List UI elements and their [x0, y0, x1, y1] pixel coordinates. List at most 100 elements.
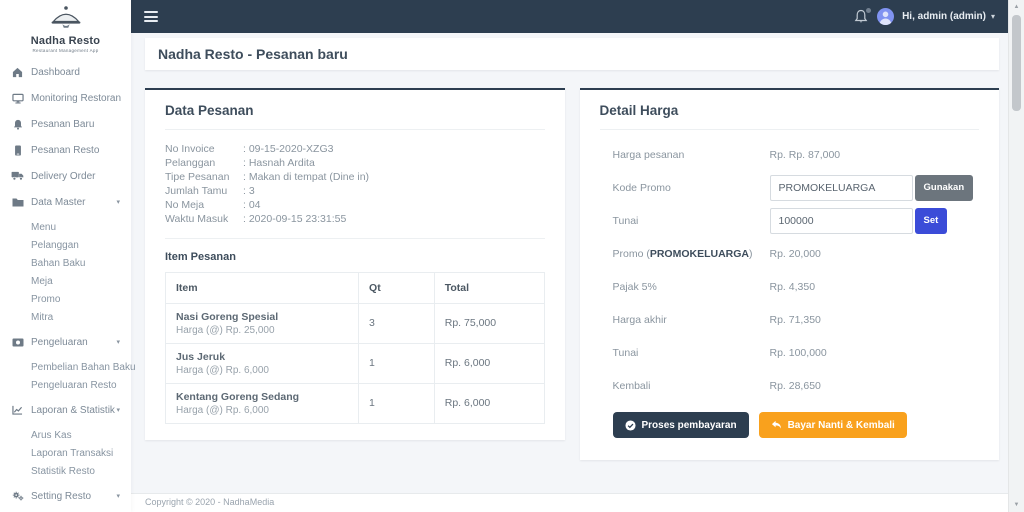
monitor-icon — [11, 93, 24, 104]
order-price-value: Rp. Rp. 87,000 — [769, 148, 841, 161]
order-card: Data Pesanan No Invoice: 09-15-2020-XZG3… — [145, 88, 565, 440]
sidebar-item-label: Pesanan Resto — [31, 144, 100, 156]
divider — [165, 237, 545, 239]
scrollbar-thumb[interactable] — [1012, 15, 1021, 111]
home-icon — [11, 67, 24, 78]
sidebar-item-arus-kas[interactable]: Arus Kas — [0, 426, 131, 444]
table-header-row: Item Qt Total — [164, 271, 545, 304]
user-menu[interactable]: Hi, admin (admin) — [902, 11, 986, 22]
sidebar-item-label: Pesanan Baru — [31, 118, 95, 130]
brand-logo[interactable]: Nadha Resto Restaurant Management App — [0, 0, 131, 53]
order-type: : Makan di tempat (Dine in) — [243, 170, 370, 183]
row-kembali: Kembali Rp. 28,650 — [612, 379, 821, 392]
main-area: Hi, admin (admin) ▾ Nadha Resto - Pesana… — [131, 0, 1008, 512]
promo-code-input[interactable] — [769, 174, 913, 201]
invoice-number: : 09-15-2020-XZG3 — [243, 143, 334, 155]
footer: Copyright © 2020 - NadhaMedia — [131, 493, 1008, 512]
use-promo-button[interactable]: Gunakan — [914, 174, 974, 201]
pricing-actions: Proses pembayaran Bayar Nanti & Kembali — [612, 412, 980, 438]
order-card-title: Data Pesanan — [165, 103, 545, 130]
sidebar-item-delivery-order[interactable]: Delivery Order — [0, 163, 131, 189]
scroll-down-arrow-icon[interactable]: ▼ — [1009, 498, 1024, 512]
row-harga-pesanan: Harga pesanan Rp. Rp. 87,000 — [612, 148, 841, 161]
change-value: Rp. 28,650 — [769, 379, 821, 392]
chevron-down-icon: ▾ — [116, 339, 120, 346]
sidebar-item-bahan-baku[interactable]: Bahan Baku — [0, 254, 131, 272]
chart-icon — [11, 405, 24, 416]
sidebar-item-pembelian-bahan-baku[interactable]: Pembelian Bahan Baku — [0, 358, 136, 376]
sidebar-item-pelanggan[interactable]: Pelanggan — [0, 236, 131, 254]
guest-count: : 3 — [243, 184, 255, 197]
bell-icon — [11, 119, 24, 130]
page-title: Nadha Resto - Pesanan baru — [158, 46, 348, 62]
table-row: Jus Jeruk Harga (@) Rp. 6,000 1 Rp. 6,000 — [164, 342, 545, 384]
pay-later-back-button[interactable]: Bayar Nanti & Kembali — [758, 412, 907, 438]
notification-bell-icon[interactable] — [854, 7, 872, 25]
chevron-down-icon: ▾ — [116, 199, 120, 206]
pricing-rows: Harga pesanan Rp. Rp. 87,000 Kode Promo … — [600, 138, 980, 402]
sidebar-item-mitra[interactable]: Mitra — [0, 308, 131, 326]
sidebar-item-laporan-statistik[interactable]: Laporan & Statistik ▾ — [0, 397, 131, 423]
sidebar-item-setting-resto[interactable]: Setting Resto ▾ — [0, 483, 131, 509]
delivery-truck-icon — [11, 171, 24, 182]
topbar: Hi, admin (admin) ▾ — [131, 0, 1008, 33]
sidebar-item-promo[interactable]: Promo — [0, 290, 131, 308]
sidebar-item-meja[interactable]: Meja — [0, 272, 131, 290]
laporan-submenu: Arus Kas Laporan Transaksi Statistik Res… — [0, 426, 131, 480]
cards-row: Data Pesanan No Invoice: 09-15-2020-XZG3… — [145, 88, 999, 460]
sidebar-item-label: Pengeluaran — [31, 336, 88, 348]
sidebar-item-monitoring-restoran[interactable]: Monitoring Restoran — [0, 85, 131, 111]
avatar[interactable] — [877, 8, 895, 25]
sidebar: Nadha Resto Restaurant Management App Da… — [0, 0, 136, 512]
scroll-up-arrow-icon[interactable]: ▲ — [1009, 0, 1024, 14]
sidebar-item-pengeluaran-resto[interactable]: Pengeluaran Resto — [0, 376, 131, 394]
cash-input[interactable] — [769, 207, 913, 234]
sidebar-item-label: Setting Resto — [31, 490, 92, 502]
sidebar-item-pesanan-baru[interactable]: Pesanan Baru — [0, 111, 131, 137]
gears-icon — [11, 491, 24, 502]
items-section-title: Item Pesanan — [165, 250, 236, 263]
row-pajak: Pajak 5% Rp. 4,350 — [612, 280, 816, 293]
hamburger-menu-icon[interactable] — [144, 9, 158, 25]
app-window: Nadha Resto Restaurant Management App Da… — [0, 0, 1024, 512]
sidebar-item-label: Data Master — [31, 196, 86, 208]
pricing-card-title: Detail Harga — [599, 103, 979, 130]
vertical-scrollbar[interactable]: ▲ ▼ — [1008, 0, 1024, 512]
order-items-table: Item Qt Total Nasi Goreng Spesial Harga (… — [164, 271, 545, 424]
sidebar-item-label: Monitoring Restoran — [31, 92, 122, 104]
set-cash-button[interactable]: Set — [914, 207, 948, 234]
chevron-down-icon: ▾ — [116, 407, 120, 414]
customer-name: : Hasnah Ardita — [243, 156, 315, 169]
sidebar-item-pengeluaran[interactable]: Pengeluaran ▾ — [0, 329, 131, 355]
sidebar-menu: Dashboard Monitoring Restoran Pesanan Ba… — [0, 59, 136, 512]
notification-badge — [866, 7, 872, 13]
row-kode-promo: Kode Promo Gunakan — [600, 171, 980, 204]
brand-tagline: Restaurant Management App — [32, 48, 99, 53]
sidebar-item-laporan-transaksi[interactable]: Laporan Transaksi — [0, 444, 131, 462]
pengeluaran-submenu: Pembelian Bahan Baku Pengeluaran Resto — [0, 358, 136, 394]
copyright-text: Copyright © 2020 - NadhaMedia — [145, 497, 275, 507]
sidebar-item-menu[interactable]: Menu — [0, 218, 131, 236]
sidebar-item-statistik-resto[interactable]: Statistik Resto — [0, 462, 131, 480]
sidebar-item-data-master[interactable]: Data Master ▾ — [0, 189, 131, 215]
row-promo: Promo (PROMOKELUARGA) Rp. 20,000 — [612, 247, 821, 260]
sidebar-item-pesanan-resto[interactable]: Pesanan Resto — [0, 137, 131, 163]
money-icon — [11, 337, 24, 348]
content: Nadha Resto - Pesanan baru Data Pesanan … — [131, 33, 1008, 493]
order-info: No Invoice: 09-15-2020-XZG3 Pelanggan: H… — [165, 143, 370, 225]
table-number: : 04 — [243, 198, 261, 211]
sidebar-item-label: Dashboard — [31, 66, 80, 78]
promo-value: Rp. 20,000 — [769, 247, 821, 260]
entry-time: : 2020-09-15 23:31:55 — [243, 212, 347, 225]
sidebar-item-dashboard[interactable]: Dashboard — [0, 59, 131, 85]
mobile-icon — [11, 144, 24, 156]
promo-code-label: PROMOKELUARGA — [649, 247, 750, 260]
pricing-card: Detail Harga Harga pesanan Rp. Rp. 87,00… — [579, 88, 999, 460]
column-header-qt: Qt — [358, 271, 435, 304]
column-header-total: Total — [433, 271, 545, 304]
row-tunai-input: Tunai Set — [600, 204, 980, 237]
sidebar-item-label: Laporan & Statistik — [31, 404, 115, 416]
process-payment-button[interactable]: Proses pembayaran — [612, 412, 749, 438]
table-row: Nasi Goreng Spesial Harga (@) Rp. 25,000 … — [164, 302, 545, 344]
chevron-down-icon[interactable]: ▾ — [991, 12, 995, 21]
